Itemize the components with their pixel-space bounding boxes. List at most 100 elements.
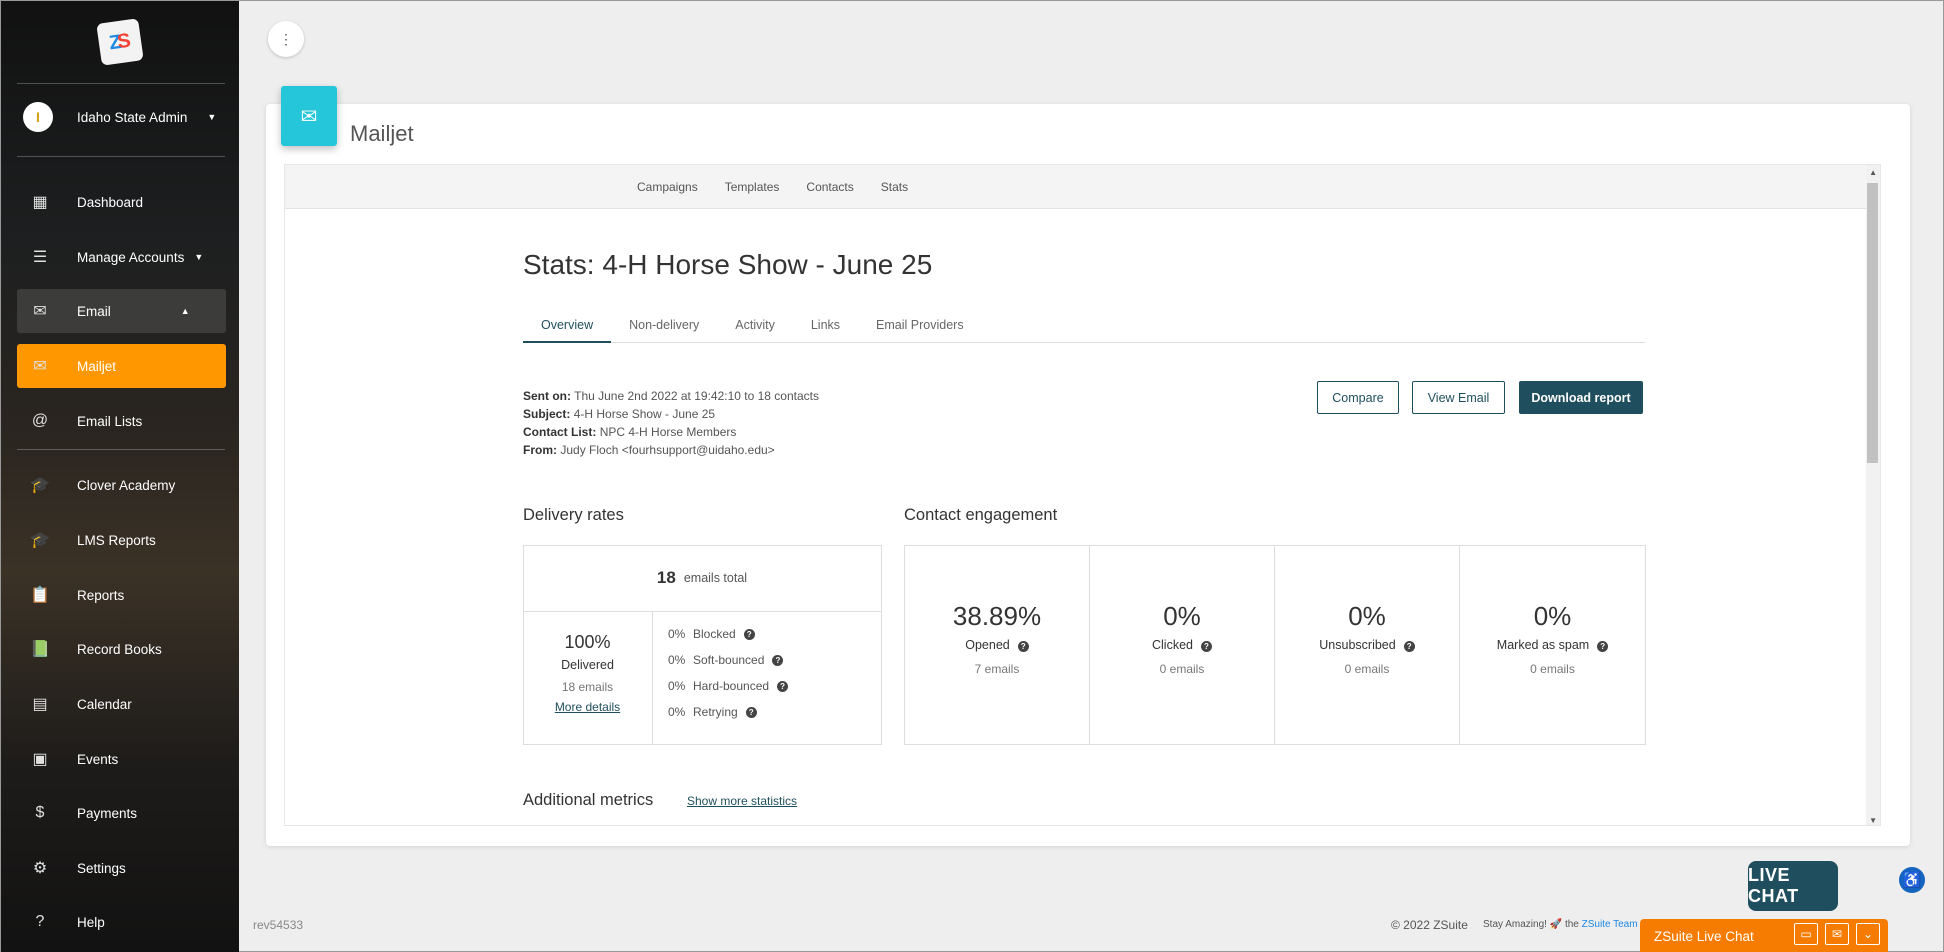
subject-value: 4-H Horse Show - June 25	[573, 407, 716, 421]
sidebar-item-events[interactable]: ▣ Events	[17, 737, 226, 781]
graduation-cap-icon: 🎓	[30, 532, 50, 549]
zsuite-logo[interactable]: ZS	[96, 18, 144, 66]
calendar-icon: ▤	[32, 696, 48, 713]
sidebar-item-clover-academy[interactable]: 🎓 Clover Academy	[17, 463, 226, 507]
sidebar-item-label: Mailjet	[77, 358, 117, 374]
help-icon[interactable]: ?	[1017, 641, 1029, 652]
avatar: I	[23, 102, 53, 132]
help-icon[interactable]: ?	[743, 628, 755, 640]
sidebar-item-label: Events	[77, 751, 119, 767]
sent-on-label: Sent on:	[523, 389, 571, 403]
sidebar-item-settings[interactable]: ⚙ Settings	[17, 846, 226, 890]
page-title: Mailjet	[350, 121, 414, 146]
mailjet-topnav: Campaigns Templates Contacts Stats	[285, 165, 1880, 209]
view-email-button[interactable]: View Email	[1412, 381, 1505, 414]
sidebar-item-dashboard[interactable]: ▦ Dashboard	[17, 180, 226, 224]
record-books-icon: 📗	[30, 641, 50, 658]
clicked-stat: 0% Clicked? 0 emails	[1090, 545, 1275, 745]
sidebar-item-label: Payments	[77, 805, 138, 821]
row-label: Retrying	[693, 705, 738, 719]
delivery-total: 18 emails total	[523, 545, 881, 612]
sidebar-item-email[interactable]: ✉ Email ▲	[17, 289, 226, 333]
sidebar-item-label: Email Lists	[77, 413, 143, 429]
copyright: © 2022 ZSuite	[1391, 918, 1468, 932]
help-icon[interactable]: ?	[1403, 641, 1415, 652]
more-details-link[interactable]: More details	[523, 700, 652, 714]
zsuite-team-link[interactable]: ZSuite Team	[1582, 919, 1638, 930]
sidebar-item-email-lists[interactable]: @ Email Lists	[17, 399, 226, 443]
sidebar-item-reports[interactable]: 📋 Reports	[17, 573, 226, 617]
sidebar-item-label: Reports	[77, 587, 125, 603]
stat-sub: 7 emails	[974, 662, 1020, 676]
tab-activity[interactable]: Activity	[717, 315, 793, 343]
compare-button[interactable]: Compare	[1317, 381, 1399, 414]
user-menu[interactable]: I Idaho State Admin ▼	[23, 101, 223, 133]
caret-down-icon: ▼	[207, 112, 217, 122]
show-more-statistics-link[interactable]: Show more statistics	[687, 794, 797, 808]
chat-icon[interactable]: ▭	[1794, 923, 1818, 945]
sidebar: ZS I Idaho State Admin ▼ ▦ Dashboard ☰ M…	[1, 1, 239, 952]
accessibility-icon[interactable]: ♿	[1899, 867, 1925, 893]
sidebar-item-mailjet[interactable]: ✉ Mailjet	[17, 344, 226, 388]
tab-links[interactable]: Links	[793, 315, 858, 343]
the-text: the	[1564, 919, 1579, 930]
stat-sub: 0 emails	[1530, 662, 1575, 676]
opened-stat: 38.89% Opened? 7 emails	[905, 545, 1090, 745]
stay-text: Stay Amazing!	[1483, 919, 1547, 930]
sidebar-item-help[interactable]: ? Help	[17, 900, 226, 944]
row-pct: 0%	[668, 653, 686, 667]
topnav-templates[interactable]: Templates	[725, 180, 780, 194]
stat-value: 0%	[1348, 601, 1386, 631]
at-icon: @	[31, 412, 49, 429]
download-report-button[interactable]: Download report	[1519, 381, 1643, 414]
caret-down-icon: ▼	[194, 252, 204, 262]
divider	[17, 83, 225, 84]
chevron-down-icon[interactable]: ⌄	[1856, 923, 1880, 945]
sidebar-item-label: Dashboard	[77, 194, 144, 210]
mailjet-frame: Campaigns Templates Contacts Stats Stats…	[284, 164, 1881, 826]
live-chat-bar[interactable]: ZSuite Live Chat	[1640, 919, 1888, 952]
stat-value: 0%	[1163, 601, 1201, 631]
topnav-campaigns[interactable]: Campaigns	[637, 180, 698, 194]
delivered-stat: 100% Delivered 18 emails More details	[523, 612, 653, 744]
rocket-icon: 🚀	[1549, 919, 1563, 930]
topnav-contacts[interactable]: Contacts	[806, 180, 853, 194]
sidebar-item-manage-accounts[interactable]: ☰ Manage Accounts ▼	[17, 235, 226, 279]
scrollbar[interactable]: ▲ ▼	[1866, 165, 1880, 825]
delivered-pct: 100%	[564, 632, 611, 652]
tab-non-delivery[interactable]: Non-delivery	[611, 315, 717, 343]
help-icon[interactable]: ?	[1201, 641, 1212, 652]
scroll-up-icon[interactable]: ▲	[1869, 168, 1877, 177]
delivered-sub: 18 emails	[561, 680, 614, 694]
tab-overview[interactable]: Overview	[523, 315, 612, 343]
sidebar-item-label: Record Books	[77, 641, 162, 657]
help-icon[interactable]: ?	[745, 706, 757, 718]
list-icon: ☰	[32, 249, 48, 266]
help-icon[interactable]: ?	[1597, 641, 1609, 652]
help-icon[interactable]: ?	[777, 680, 789, 692]
scroll-thumb[interactable]	[1867, 183, 1878, 463]
tab-email-providers[interactable]: Email Providers	[858, 315, 982, 343]
from: From: Judy Floch <fourhsupport@uidaho.ed…	[523, 443, 775, 457]
sidebar-item-label: Help	[77, 914, 105, 930]
help-icon[interactable]: ?	[772, 654, 784, 666]
stat-sub: 0 emails	[1344, 662, 1390, 676]
list-item: 0% Blocked?	[668, 621, 788, 647]
live-chat-bubble[interactable]: LIVE CHAT	[1748, 861, 1838, 911]
revision: rev54533	[253, 918, 304, 932]
user-name: Idaho State Admin	[77, 109, 188, 125]
mail-icon[interactable]: ✉	[1825, 923, 1849, 945]
delivery-rates-title: Delivery rates	[523, 506, 624, 524]
topnav-stats[interactable]: Stats	[881, 180, 908, 194]
scroll-down-icon[interactable]: ▼	[1869, 816, 1877, 825]
row-pct: 0%	[668, 679, 686, 693]
sidebar-item-payments[interactable]: $ Payments	[17, 791, 226, 835]
additional-metrics-title: Additional metrics	[523, 791, 654, 809]
sidebar-item-calendar[interactable]: ▤ Calendar	[17, 682, 226, 726]
sidebar-item-record-books[interactable]: 📗 Record Books	[17, 627, 226, 671]
row-pct: 0%	[668, 627, 686, 641]
more-menu-button[interactable]: ⋮	[268, 21, 304, 57]
row-label: Blocked	[693, 627, 736, 641]
sidebar-item-lms-reports[interactable]: 🎓 LMS Reports	[17, 518, 226, 562]
sidebar-item-label: LMS Reports	[77, 532, 156, 548]
